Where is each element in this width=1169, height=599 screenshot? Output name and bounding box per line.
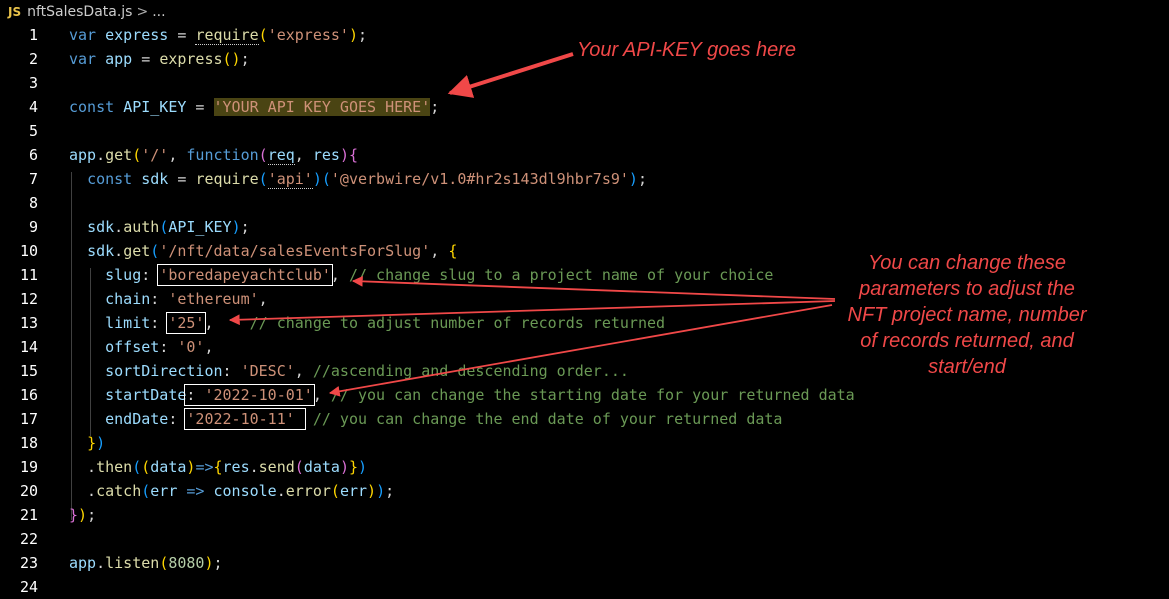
api-key-arrow	[447, 52, 574, 98]
api-key-annotation: Your API-KEY goes here	[577, 39, 797, 61]
parameters-annotation: You can change these parameters to adjus…	[847, 252, 1087, 378]
slug-arrow	[351, 275, 836, 300]
limit-arrow	[228, 300, 836, 326]
start-date-arrow	[328, 304, 833, 397]
